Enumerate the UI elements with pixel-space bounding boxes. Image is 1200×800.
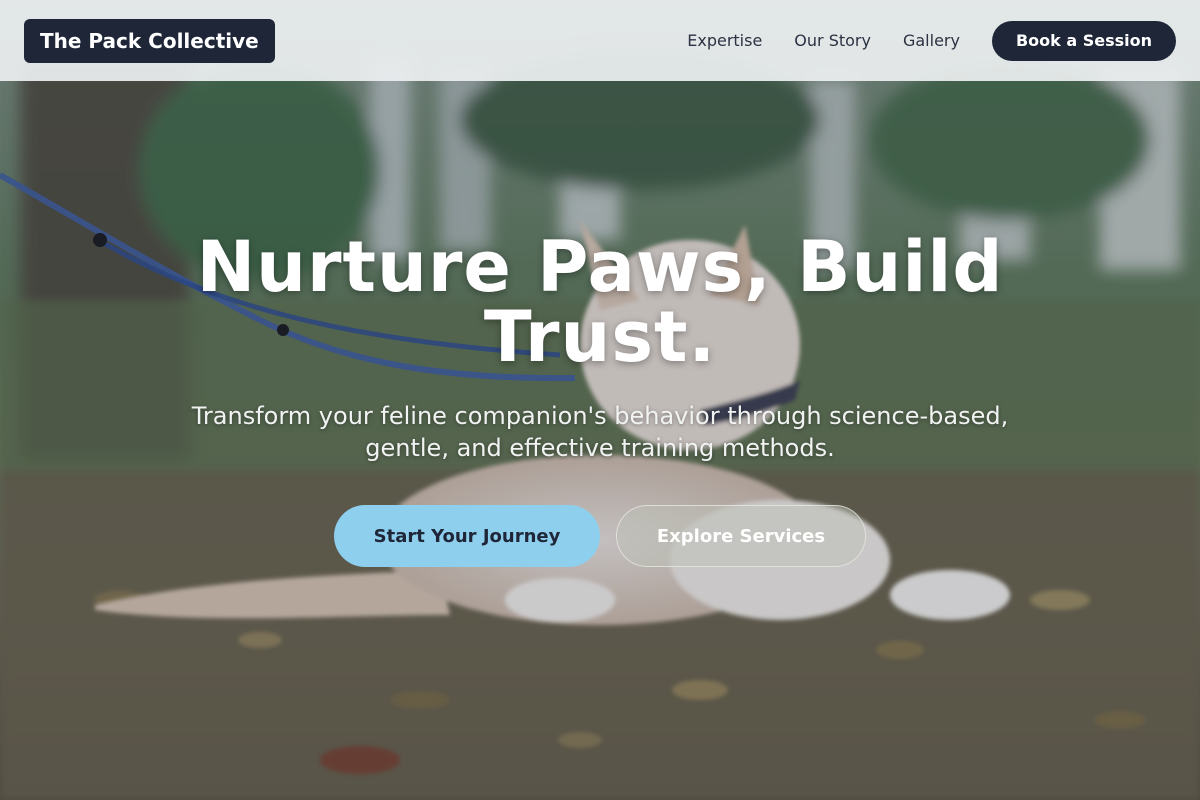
hero-cta-group: Start Your Journey Explore Services xyxy=(0,505,1200,567)
nav-link-expertise[interactable]: Expertise xyxy=(687,31,762,50)
hero-title: Nurture Paws, Build Trust. xyxy=(196,226,1004,378)
site-header: The Pack Collective Expertise Our Story … xyxy=(0,0,1200,81)
start-journey-button[interactable]: Start Your Journey xyxy=(334,505,600,567)
explore-services-button[interactable]: Explore Services xyxy=(616,505,866,567)
brand-logo[interactable]: The Pack Collective xyxy=(24,18,275,63)
book-session-button[interactable]: Book a Session xyxy=(991,20,1176,61)
nav-link-gallery[interactable]: Gallery xyxy=(903,31,960,50)
hero-section: Nurture Paws, Build Trust. Transform you… xyxy=(0,0,1200,800)
main-nav: Expertise Our Story Gallery Book a Sessi… xyxy=(687,20,1176,61)
hero-subtitle: Transform your feline companion's behavi… xyxy=(191,402,1009,462)
nav-link-our-story[interactable]: Our Story xyxy=(794,31,871,50)
landing-page: The Pack Collective Expertise Our Story … xyxy=(0,0,1200,800)
